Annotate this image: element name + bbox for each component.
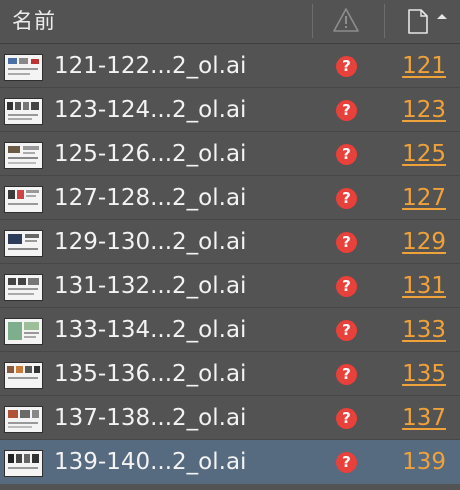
- file-thumbnail: [5, 187, 42, 212]
- error-question-icon[interactable]: ?: [336, 100, 357, 121]
- error-question-icon[interactable]: ?: [336, 364, 357, 385]
- file-name: 123-124...2_ol.ai: [54, 97, 247, 123]
- file-thumbnail: [5, 407, 42, 432]
- file-name: 133-134...2_ol.ai: [54, 317, 247, 343]
- column-header: 名前: [0, 0, 460, 44]
- page-number-link[interactable]: 137: [402, 403, 446, 433]
- name-column-header[interactable]: 名前: [12, 7, 56, 35]
- link-row[interactable]: 131-132...2_ol.ai? 131: [0, 264, 460, 308]
- file-name: 135-136...2_ol.ai: [54, 361, 247, 387]
- page-number-link[interactable]: 123: [402, 95, 446, 125]
- file-thumbnail: [5, 55, 42, 80]
- error-question-icon[interactable]: ?: [336, 320, 357, 341]
- link-row[interactable]: 139-140...2_ol.ai? 139: [0, 440, 460, 484]
- error-question-icon[interactable]: ?: [336, 144, 357, 165]
- link-row[interactable]: 125-126...2_ol.ai? 125: [0, 132, 460, 176]
- error-question-icon[interactable]: ?: [336, 408, 357, 429]
- file-thumbnail: [5, 451, 42, 476]
- file-thumbnail: [5, 231, 42, 256]
- link-row[interactable]: 127-128...2_ol.ai? 127: [0, 176, 460, 220]
- page-number-link[interactable]: 133: [402, 315, 446, 345]
- error-question-icon[interactable]: ?: [336, 232, 357, 253]
- link-row[interactable]: 137-138...2_ol.ai? 137: [0, 396, 460, 440]
- link-row[interactable]: 133-134...2_ol.ai? 133: [0, 308, 460, 352]
- column-divider[interactable]: [384, 4, 385, 38]
- page-number-link[interactable]: 129: [402, 227, 446, 257]
- page-number-link[interactable]: 127: [402, 183, 446, 213]
- file-thumbnail: [5, 363, 42, 388]
- links-panel: 名前 121-122...2_ol.ai? 121 123-124...2_ol.a…: [0, 0, 460, 490]
- error-question-icon[interactable]: ?: [336, 56, 357, 77]
- page-number-link[interactable]: 139: [402, 447, 446, 477]
- page-number-link[interactable]: 121: [402, 51, 446, 81]
- file-name: 131-132...2_ol.ai: [54, 273, 247, 299]
- file-name: 125-126...2_ol.ai: [54, 141, 247, 167]
- file-name: 127-128...2_ol.ai: [54, 185, 247, 211]
- file-name: 139-140...2_ol.ai: [54, 449, 247, 475]
- link-row[interactable]: 123-124...2_ol.ai? 123: [0, 88, 460, 132]
- column-divider[interactable]: [312, 4, 313, 38]
- link-row[interactable]: 129-130...2_ol.ai? 129: [0, 220, 460, 264]
- page-number-link[interactable]: 135: [402, 359, 446, 389]
- link-row[interactable]: 135-136...2_ol.ai? 135: [0, 352, 460, 396]
- file-name: 121-122...2_ol.ai: [54, 53, 247, 79]
- file-name: 137-138...2_ol.ai: [54, 405, 247, 431]
- links-list: 121-122...2_ol.ai? 121 123-124...2_ol.ai? 1…: [0, 44, 460, 484]
- file-thumbnail: [5, 319, 42, 344]
- file-name: 129-130...2_ol.ai: [54, 229, 247, 255]
- sort-ascending-icon: [437, 14, 447, 19]
- error-question-icon[interactable]: ?: [336, 276, 357, 297]
- page-number-link[interactable]: 131: [402, 271, 446, 301]
- error-question-icon[interactable]: ?: [336, 188, 357, 209]
- page-number-link[interactable]: 125: [402, 139, 446, 169]
- warning-triangle-icon[interactable]: [332, 6, 360, 34]
- file-thumbnail: [5, 143, 42, 168]
- link-row[interactable]: 121-122...2_ol.ai? 121: [0, 44, 460, 88]
- page-icon[interactable]: [404, 7, 452, 35]
- file-thumbnail: [5, 99, 42, 124]
- error-question-icon[interactable]: ?: [336, 452, 357, 473]
- file-thumbnail: [5, 275, 42, 300]
